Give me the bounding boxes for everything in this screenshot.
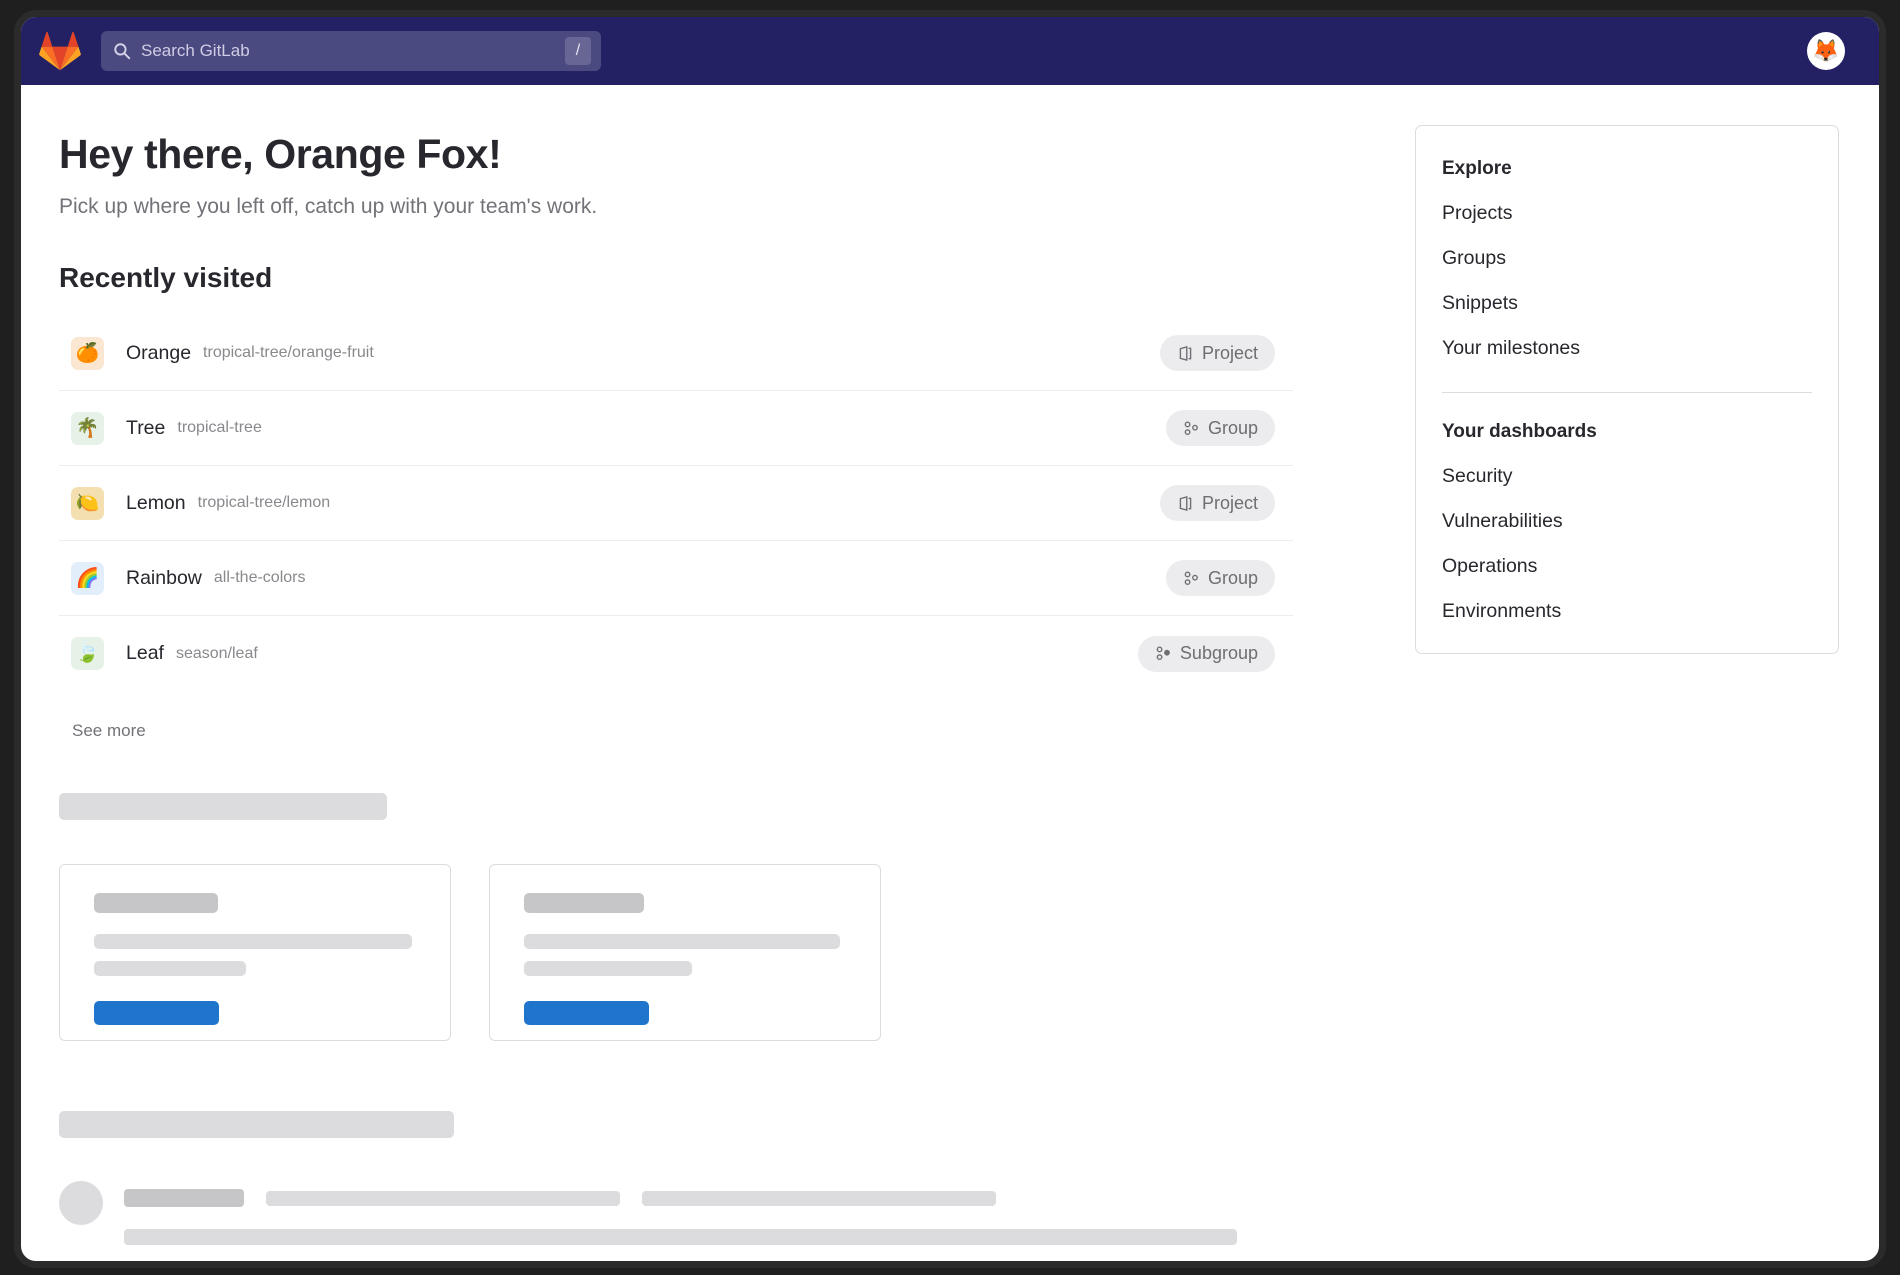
list-item[interactable]: 🌴 Tree tropical-tree Group [59, 391, 1293, 466]
skeleton-card-button[interactable] [524, 1001, 649, 1025]
item-avatar: 🍊 [71, 337, 104, 370]
recently-visited-heading: Recently visited [59, 262, 1401, 294]
list-item[interactable]: 🍃 Leaf season/leaf Subgroup [59, 616, 1293, 691]
skeleton-card [489, 864, 881, 1041]
skeleton-avatar [59, 1181, 103, 1225]
status-badge: Project [1160, 485, 1275, 521]
global-search-box[interactable]: / [101, 31, 601, 71]
item-name: Tree [126, 417, 165, 440]
subgroup-people-icon [1155, 645, 1172, 662]
skeleton-section-heading [59, 793, 387, 820]
item-name: Lemon [126, 492, 186, 515]
search-icon [113, 42, 131, 60]
group-people-icon [1183, 570, 1200, 587]
recently-visited-list: 🍊 Orange tropical-tree/orange-fruit Proj… [59, 316, 1293, 691]
right-sidebar: Explore Projects Groups Snippets Your mi… [1415, 85, 1839, 654]
badge-label: Subgroup [1180, 643, 1258, 664]
gitlab-tanuki-logo-icon[interactable] [37, 28, 83, 74]
status-badge: Project [1160, 335, 1275, 371]
sidebar-divider [1442, 392, 1812, 393]
page-content: Hey there, Orange Fox! Pick up where you… [21, 85, 1879, 1261]
skeleton-section-heading [59, 1111, 454, 1138]
skeleton-bar-segment [266, 1191, 620, 1206]
see-more-link[interactable]: See more [72, 721, 146, 741]
item-path: tropical-tree [177, 419, 261, 437]
item-avatar: 🍋 [71, 487, 104, 520]
skeleton-card-button[interactable] [94, 1001, 219, 1025]
item-path: all-the-colors [214, 569, 306, 587]
skeleton-activity-line [124, 1189, 1401, 1207]
main-column: Hey there, Orange Fox! Pick up where you… [21, 85, 1401, 1268]
item-avatar: 🌈 [71, 562, 104, 595]
skeleton-card-line [524, 961, 692, 976]
status-badge: Group [1166, 560, 1275, 596]
badge-label: Group [1208, 418, 1258, 439]
skeleton-card-row [59, 864, 1401, 1041]
item-path: season/leaf [176, 645, 258, 663]
skeleton-card-title [94, 893, 218, 913]
skeleton-activity-feed [59, 1181, 1401, 1268]
your-dashboards-heading: Your dashboards [1442, 421, 1812, 443]
item-emoji: 🍃 [76, 644, 100, 663]
item-emoji: 🍋 [76, 494, 100, 513]
list-item[interactable]: 🌈 Rainbow all-the-colors Gr [59, 541, 1293, 616]
badge-label: Project [1202, 343, 1258, 364]
sidebar-item-operations[interactable]: Operations [1442, 555, 1812, 578]
item-path: tropical-tree/lemon [198, 494, 331, 512]
sidebar-item-security[interactable]: Security [1442, 465, 1812, 488]
search-input[interactable] [131, 41, 565, 61]
skeleton-card-line [94, 961, 246, 976]
explore-heading: Explore [1442, 158, 1812, 180]
browser-window-frame: / 🦊 Hey there, Orange Fox! Pick up where… [14, 10, 1886, 1268]
status-badge: Group [1166, 410, 1275, 446]
skeleton-card-line [524, 934, 840, 949]
skeleton-activity-body [124, 1181, 1401, 1245]
status-badge: Subgroup [1138, 636, 1275, 672]
item-emoji: 🌈 [76, 569, 100, 588]
item-emoji: 🌴 [76, 419, 100, 438]
group-people-icon [1183, 420, 1200, 437]
skeleton-activity-row [59, 1181, 1401, 1245]
item-path: tropical-tree/orange-fruit [203, 344, 374, 362]
sidebar-item-groups[interactable]: Groups [1442, 247, 1812, 270]
top-navigation-bar: / 🦊 [21, 17, 1879, 85]
sidebar-item-projects[interactable]: Projects [1442, 202, 1812, 225]
item-avatar: 🍃 [71, 637, 104, 670]
skeleton-bar-segment [642, 1191, 996, 1206]
sidebar-item-your-milestones[interactable]: Your milestones [1442, 337, 1812, 360]
skeleton-activity-line [124, 1229, 1237, 1245]
project-cube-icon [1177, 345, 1194, 362]
sidebar-card: Explore Projects Groups Snippets Your mi… [1415, 125, 1839, 654]
badge-label: Project [1202, 493, 1258, 514]
item-avatar: 🌴 [71, 412, 104, 445]
skeleton-card [59, 864, 451, 1041]
item-name: Orange [126, 342, 191, 365]
sidebar-item-snippets[interactable]: Snippets [1442, 292, 1812, 315]
project-cube-icon [1177, 495, 1194, 512]
list-item[interactable]: 🍋 Lemon tropical-tree/lemon Project [59, 466, 1293, 541]
item-name: Rainbow [126, 567, 202, 590]
skeleton-card-title [524, 893, 644, 913]
sidebar-item-vulnerabilities[interactable]: Vulnerabilities [1442, 510, 1812, 533]
user-avatar[interactable]: 🦊 [1807, 32, 1845, 70]
search-shortcut-key: / [565, 37, 591, 65]
fox-avatar-glyph: 🦊 [1812, 40, 1839, 62]
list-item[interactable]: 🍊 Orange tropical-tree/orange-fruit Proj… [59, 316, 1293, 391]
skeleton-chip [124, 1189, 244, 1207]
item-emoji: 🍊 [76, 344, 100, 363]
badge-label: Group [1208, 568, 1258, 589]
page-title: Hey there, Orange Fox! [59, 131, 1401, 178]
skeleton-card-line [94, 934, 412, 949]
page-subtitle: Pick up where you left off, catch up wit… [59, 195, 1401, 219]
item-name: Leaf [126, 642, 164, 665]
sidebar-item-environments[interactable]: Environments [1442, 600, 1812, 623]
